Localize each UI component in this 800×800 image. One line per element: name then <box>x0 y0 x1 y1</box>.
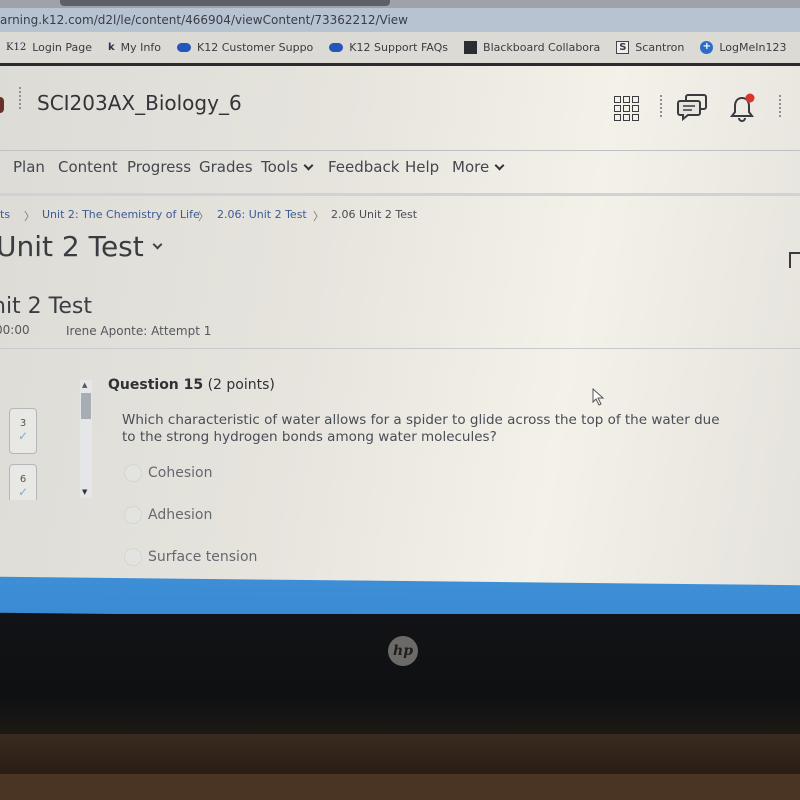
nav-tools[interactable]: Tools <box>261 158 314 176</box>
course-header: SCI203AX_Biology_6 <box>0 69 800 151</box>
bookmark-blackboard[interactable]: Blackboard Collabora <box>464 41 600 54</box>
question-number: 3 <box>19 418 27 429</box>
chevron-down-icon <box>494 160 505 171</box>
divider <box>0 348 800 349</box>
nav-more-label: More <box>452 158 490 176</box>
radio-button[interactable] <box>124 464 142 482</box>
bookmark-login-page[interactable]: K12 Login Page <box>6 41 92 54</box>
browser-tab-strip <box>0 0 800 8</box>
desk-surface <box>0 774 800 800</box>
address-bar[interactable]: arning.k12.com/d2l/le/content/466904/vie… <box>0 8 800 32</box>
notification-badge <box>745 93 755 103</box>
bookmark-label: K12 Support FAQs <box>349 41 449 54</box>
logmein-icon: + <box>700 41 714 54</box>
question-nav-item[interactable]: 6 ✓ <box>9 464 37 500</box>
option-label: Cohesion <box>148 465 213 481</box>
option-label: Surface tension <box>148 549 258 565</box>
chevron-down-icon <box>303 160 314 171</box>
nav-content[interactable]: Content <box>58 158 118 176</box>
question-label: Question 15 <box>108 377 204 393</box>
cloud-icon <box>177 43 191 52</box>
mouse-cursor-icon <box>592 388 605 406</box>
hp-logo-icon: hp <box>388 636 418 666</box>
radio-button[interactable] <box>124 548 142 566</box>
nav-grades[interactable]: Grades <box>199 158 253 176</box>
nav-feedback[interactable]: Feedback <box>328 158 399 176</box>
bookmark-label: Blackboard Collabora <box>483 41 601 54</box>
nav-tools-label: Tools <box>261 158 298 176</box>
nav-more[interactable]: More <box>452 158 505 176</box>
question-header: Question 15 (2 points) <box>108 377 275 393</box>
laptop-hinge <box>0 734 800 774</box>
radio-button[interactable] <box>124 506 142 524</box>
messages-icon[interactable] <box>677 93 709 121</box>
question-points: (2 points) <box>207 377 275 393</box>
question-navigator: 3 ✓ 6 ✓ <box>0 400 80 500</box>
laptop-screen: arning.k12.com/d2l/le/content/466904/vie… <box>0 0 800 600</box>
apps-grid-icon[interactable] <box>614 96 639 121</box>
bookmark-logmein[interactable]: + LogMeIn123 <box>700 41 786 54</box>
bookmark-label: My Info <box>120 41 161 54</box>
answer-option-surface-tension[interactable]: Surface tension <box>124 548 257 566</box>
breadcrumb-link-test[interactable]: 2.06: Unit 2 Test <box>217 208 307 221</box>
scroll-down-icon[interactable]: ▼ <box>82 488 87 496</box>
bookmark-label: LogMeIn123 <box>719 41 787 54</box>
nav-help[interactable]: Help <box>405 158 439 176</box>
nav-plan[interactable]: Plan <box>13 158 45 176</box>
k12-logo-icon: K12 <box>6 42 27 53</box>
checkmark-icon: ✓ <box>17 485 29 499</box>
course-navbar: Plan Content Progress Grades Tools Feedb… <box>0 152 800 196</box>
breadcrumb-link-unit2[interactable]: Unit 2: The Chemistry of Life <box>42 208 200 221</box>
page-title-text: Unit 2 Test <box>0 230 144 263</box>
breadcrumb-separator: 〉 <box>24 210 35 223</box>
question-number: 6 <box>19 474 27 485</box>
scrollbar-thumb[interactable] <box>81 393 91 419</box>
quiz-title: nit 2 Test <box>0 294 92 319</box>
scroll-up-icon[interactable]: ▲ <box>82 381 87 389</box>
cloud-icon <box>329 43 344 52</box>
header-divider <box>19 87 21 109</box>
header-divider <box>779 95 781 117</box>
bookmark-k12-support-faqs[interactable]: K12 Support FAQs <box>329 41 448 54</box>
breadcrumb-separator: 〉 <box>313 210 324 223</box>
blackboard-icon <box>464 41 478 54</box>
course-title[interactable]: SCI203AX_Biology_6 <box>37 91 242 115</box>
breadcrumb-current: 2.06 Unit 2 Test <box>331 208 418 221</box>
bookmark-label: K12 Customer Suppo <box>197 41 314 54</box>
nav-progress[interactable]: Progress <box>127 158 191 176</box>
notifications-bell-icon[interactable] <box>729 93 757 123</box>
breadcrumb-link[interactable]: ts <box>0 208 10 221</box>
quiz-timer: 00:00 <box>0 323 30 337</box>
k12-k-icon: k <box>108 42 115 53</box>
chevron-down-icon <box>152 239 163 250</box>
attempt-info: Irene Aponte: Attempt 1 <box>66 324 212 338</box>
laptop-bezel <box>0 614 800 734</box>
page-title[interactable]: Unit 2 Test <box>0 230 163 263</box>
answer-option-cohesion[interactable]: Cohesion <box>124 464 212 482</box>
bookmark-icon[interactable] <box>789 252 800 268</box>
question-text: Which characteristic of water allows for… <box>122 412 720 445</box>
bookmark-scantron[interactable]: S Scantron <box>616 41 684 54</box>
checkmark-icon: ✓ <box>17 429 29 443</box>
bookmark-label: Login Page <box>32 41 93 54</box>
breadcrumb-separator: 〉 <box>198 210 209 223</box>
bookmark-k12-customer-support[interactable]: K12 Customer Suppo <box>177 41 313 54</box>
org-logo[interactable] <box>0 97 4 113</box>
active-tab[interactable] <box>60 0 390 6</box>
header-divider <box>660 95 662 117</box>
bookmark-my-info[interactable]: k My Info <box>108 41 161 54</box>
option-label: Adhesion <box>148 507 213 523</box>
question-nav-item[interactable]: 3 ✓ <box>9 408 37 454</box>
bookmarks-bar: K12 Login Page k My Info K12 Customer Su… <box>0 32 800 66</box>
url-text: arning.k12.com/d2l/le/content/466904/vie… <box>0 13 408 27</box>
answer-option-adhesion[interactable]: Adhesion <box>124 506 212 524</box>
scantron-icon: S <box>616 41 630 54</box>
bookmark-label: Scantron <box>635 41 685 54</box>
